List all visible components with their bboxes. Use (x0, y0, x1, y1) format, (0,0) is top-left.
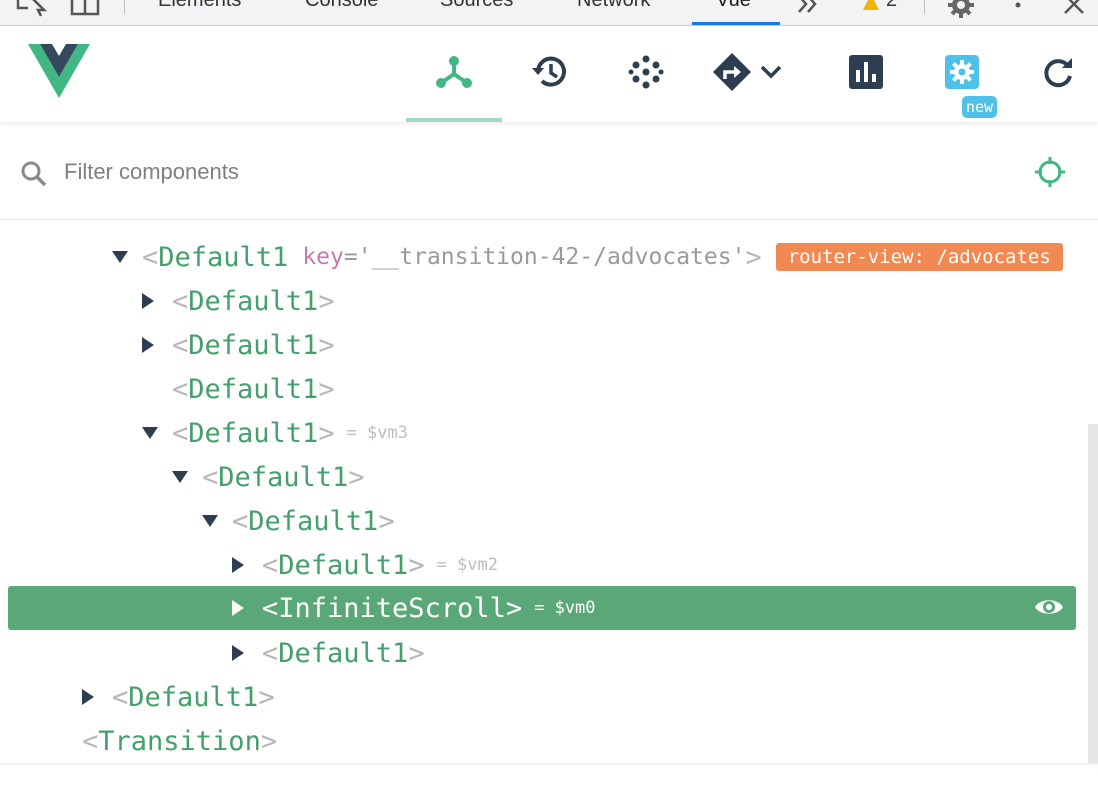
tree-row[interactable]: < Default1 > (8, 631, 1076, 675)
tree-row[interactable]: < Default1 key ='__transition-42-/advocate… (8, 235, 1076, 279)
refresh-button[interactable] (1010, 26, 1098, 122)
caret-right-icon[interactable] (232, 645, 262, 661)
tree-row[interactable]: < Default1 > (8, 675, 1076, 719)
components-tab-button[interactable] (406, 26, 502, 122)
component-tree-icon (434, 52, 474, 97)
component-name: Default1 (188, 373, 319, 405)
filter-bar (0, 122, 1098, 220)
caret-right-icon[interactable] (232, 557, 262, 573)
gear-icon[interactable] (946, 0, 976, 25)
component-name: Transition (98, 725, 261, 757)
filter-components-input[interactable] (64, 156, 964, 188)
devtools-tab-strip: Elements Console Sources Network Vue 2 (0, 0, 1098, 26)
component-name: Default1 (188, 329, 319, 361)
component-name: Default1 (218, 461, 349, 493)
warning-icon[interactable] (862, 0, 880, 17)
chevron-down-icon[interactable] (760, 65, 782, 84)
more-tabs-icon[interactable] (796, 0, 820, 21)
history-icon (530, 52, 570, 97)
device-toolbar-icon[interactable] (70, 0, 100, 23)
tab-network[interactable]: Network (577, 0, 650, 12)
dots-grid-icon (628, 54, 664, 95)
settings-gear-icon (944, 54, 980, 95)
tree-row[interactable]: < Default1 > = $vm2 (8, 543, 1076, 587)
vm-reference: = $vm2 (436, 555, 498, 575)
more-options-icon[interactable] (1013, 0, 1023, 21)
tree-row[interactable]: < Transition > (8, 719, 1076, 763)
vue-logo (28, 44, 90, 103)
caret-down-icon[interactable] (142, 427, 172, 439)
attr-key: key (302, 244, 344, 270)
router-view-badge: router-view: /advocates (775, 243, 1063, 271)
component-name: Default1 (278, 637, 409, 669)
component-name: Default1 (188, 417, 319, 449)
directions-icon (712, 52, 752, 97)
bar-chart-icon (848, 54, 884, 95)
tab-sources[interactable]: Sources (440, 0, 513, 12)
new-badge: new (962, 96, 998, 118)
tree-scrollbar[interactable] (1088, 424, 1098, 764)
tree-row[interactable]: < Default1 > (8, 499, 1076, 543)
tab-vue[interactable]: Vue (716, 0, 751, 12)
select-component-target-icon[interactable] (1034, 156, 1066, 193)
refresh-icon (1040, 54, 1076, 95)
history-tab-button[interactable] (502, 26, 598, 122)
caret-right-icon[interactable] (232, 600, 262, 616)
attr-value: ='__transition-42-/advocates' (343, 244, 746, 270)
caret-down-icon[interactable] (172, 471, 202, 483)
vue-devtools-header: new (0, 26, 1098, 122)
vm-reference: = $vm0 (534, 598, 596, 618)
tree-row[interactable]: < Default1 > (8, 367, 1076, 411)
search-icon (20, 160, 48, 193)
component-name: Default1 (188, 285, 319, 317)
tree-row[interactable]: < Default1 > (8, 279, 1076, 323)
caret-right-icon[interactable] (142, 337, 172, 353)
devtools-separator (924, 0, 925, 14)
router-tab-button[interactable] (712, 26, 802, 122)
active-tab-indicator (692, 22, 780, 25)
tree-row[interactable]: < Default1 > (8, 455, 1076, 499)
component-name: Default1 (158, 241, 289, 273)
tree-row[interactable]: < Default1 > (8, 323, 1076, 367)
component-name: Default1 (248, 505, 379, 537)
caret-right-icon[interactable] (82, 689, 112, 705)
component-name: Default1 (128, 681, 259, 713)
devtools-separator (124, 0, 125, 14)
component-tree: < Default1 key ='__transition-42-/advocate… (0, 221, 1098, 763)
inspect-element-icon[interactable] (14, 0, 48, 23)
caret-right-icon[interactable] (142, 293, 172, 309)
bottom-panel-edge (0, 763, 1098, 788)
tree-row-selected[interactable]: < InfiniteScroll > = $vm0 (8, 586, 1076, 630)
tab-elements[interactable]: Elements (158, 0, 241, 12)
caret-down-icon[interactable] (202, 515, 232, 527)
warning-count: 2 (886, 0, 898, 11)
vm-reference: = $vm3 (346, 423, 408, 443)
vuex-tab-button[interactable] (598, 26, 694, 122)
close-icon[interactable] (1062, 0, 1086, 21)
tree-row[interactable]: < Default1 > = $vm3 (8, 411, 1076, 455)
component-name: Default1 (278, 549, 409, 581)
performance-tab-button[interactable] (818, 26, 914, 122)
tab-console[interactable]: Console (305, 0, 378, 12)
eye-icon[interactable] (1034, 596, 1064, 622)
component-name: InfiniteScroll (278, 592, 506, 624)
caret-down-icon[interactable] (112, 251, 142, 263)
